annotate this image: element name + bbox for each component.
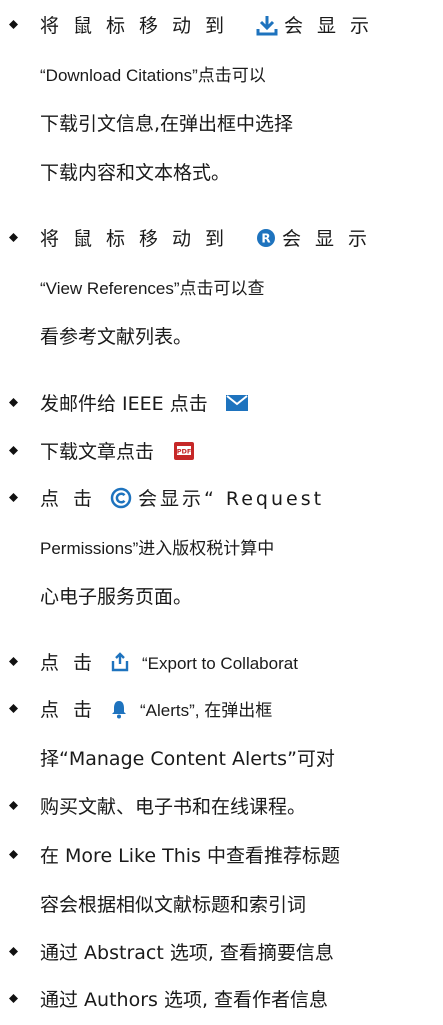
diamond-bullet-icon (9, 233, 18, 242)
diamond-bullet-icon (9, 446, 18, 455)
item-text: “Download Citations”点击可以 (40, 66, 266, 85)
list-item-line: 择“Manage Content Alerts”可对 (0, 735, 443, 784)
diamond-bullet-icon (9, 657, 18, 666)
pdf-icon[interactable]: PDF (172, 440, 196, 462)
diamond-bullet-icon (9, 493, 18, 502)
item-text: 通过 Abstract 选项, 查看摘要信息 (40, 942, 334, 964)
item-text: “Export to Collaborat (142, 654, 298, 673)
item-text: 点击 (40, 699, 107, 721)
item-text: 将鼠标移动到 (40, 15, 239, 37)
document-page: 将鼠标移动到 会显示 “Download Citations”点击可以 下载引文信… (0, 0, 443, 1025)
mail-icon[interactable] (225, 394, 248, 411)
list-item: 点击 “Export to Collaborat (0, 639, 443, 688)
list-item: 购买文献、电子书和在线课程。 (0, 783, 443, 832)
item-text: 购买文献、电子书和在线课程。 (40, 796, 307, 818)
item-text: 会显示 (284, 15, 384, 37)
diamond-bullet-icon (9, 850, 18, 859)
list-item-line: 下载内容和文本格式。 (0, 149, 443, 198)
list-item-line: 看参考文献列表。 (0, 313, 443, 362)
item-text: 容会根据相似文献标题和索引词 (40, 894, 307, 916)
svg-text:R: R (261, 231, 270, 245)
svg-text:PDF: PDF (177, 447, 192, 455)
diamond-bullet-icon (9, 994, 18, 1003)
download-icon[interactable] (256, 14, 278, 36)
item-text: 看参考文献列表。 (40, 326, 193, 348)
item-text: 将鼠标移动到 (40, 228, 239, 250)
references-r-icon[interactable]: R (256, 228, 276, 248)
item-text: 通过 Authors 选项, 查看作者信息 (40, 989, 329, 1011)
item-text: “View References”点击可以查 (40, 279, 265, 298)
item-text: 下载文章点击 (40, 441, 155, 463)
diamond-bullet-icon (9, 398, 18, 407)
diamond-bullet-icon (9, 704, 18, 713)
diamond-bullet-icon (9, 947, 18, 956)
diamond-bullet-icon (9, 801, 18, 810)
item-text: 心电子服务页面。 (40, 586, 193, 608)
item-text: 点击 (40, 652, 107, 674)
copyright-icon[interactable] (110, 487, 132, 509)
item-text: 会显示 (282, 228, 382, 250)
item-text: 点击 (40, 488, 107, 510)
item-text: Permissions”进入版权税计算中 (40, 539, 275, 558)
list-item-line: 下载引文信息,在弹出框中选择 (0, 100, 443, 149)
list-item: 将鼠标移动到 R 会显示 (0, 215, 443, 264)
list-item-line: Permissions”进入版权税计算中 (0, 524, 443, 573)
list-item: 下载文章点击 PDF (0, 428, 443, 477)
diamond-bullet-icon (9, 20, 18, 29)
list-item-line: 容会根据相似文献标题和索引词 (0, 881, 443, 930)
bell-icon[interactable] (110, 699, 128, 719)
item-text: 会显示“ Request (138, 488, 325, 510)
list-item-line: 心电子服务页面。 (0, 573, 443, 622)
item-text: 下载引文信息,在弹出框中选择 (40, 113, 294, 135)
item-text: 发邮件给 IEEE 点击 (40, 393, 208, 415)
item-text: 下载内容和文本格式。 (40, 162, 231, 184)
list-item-line: “Download Citations”点击可以 (0, 51, 443, 100)
item-text: 在 More Like This 中查看推荐标题 (40, 845, 340, 867)
list-item: 点击 会显示“ Request (0, 475, 443, 524)
export-icon[interactable] (110, 651, 130, 672)
list-item: 通过 Abstract 选项, 查看摘要信息 (0, 929, 443, 978)
list-item-line: “View References”点击可以查 (0, 264, 443, 313)
item-text: 择“Manage Content Alerts”可对 (40, 748, 335, 770)
list-item: 发邮件给 IEEE 点击 (0, 380, 443, 429)
list-item: 在 More Like This 中查看推荐标题 (0, 832, 443, 881)
item-text: “Alerts”, 在弹出框 (140, 701, 273, 720)
list-item: 点击 “Alerts”, 在弹出框 (0, 686, 443, 735)
list-item: 将鼠标移动到 会显示 (0, 2, 443, 51)
list-item: 通过 Authors 选项, 查看作者信息 (0, 976, 443, 1025)
